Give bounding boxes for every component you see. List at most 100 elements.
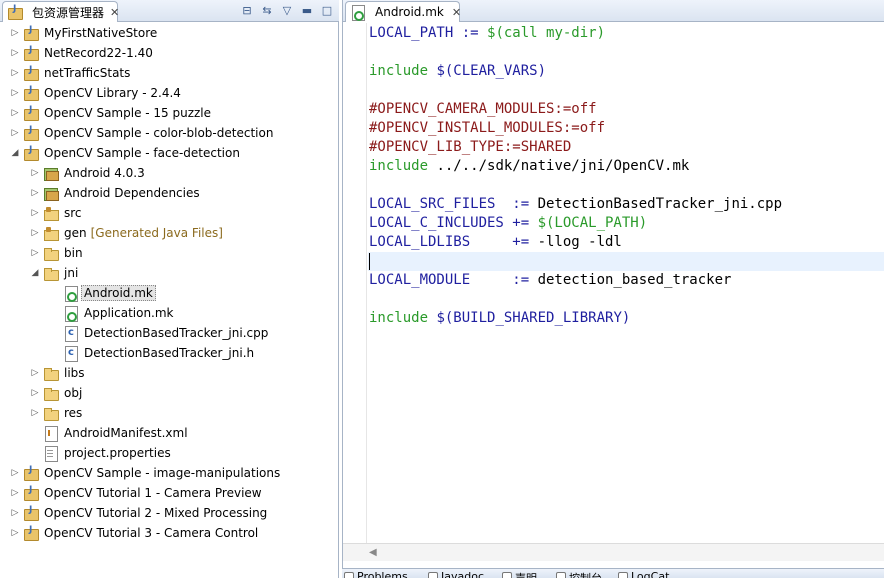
bottom-tab-label: 控制台 [569, 570, 602, 578]
expand-arrow-icon[interactable]: ▷ [10, 468, 20, 478]
code-line[interactable]: include $(CLEAR_VARS) [369, 62, 546, 81]
code-token: $(call my-dir) [487, 25, 606, 41]
view-icon [428, 572, 438, 578]
bottom-tab-label: Problems [357, 570, 408, 578]
library-icon [43, 185, 59, 201]
tree-item[interactable]: ◢ jni [30, 263, 78, 283]
code-line[interactable]: #OPENCV_INSTALL_MODULES:=off [369, 119, 605, 138]
tree-item[interactable]: ▷ OpenCV Sample - 15 puzzle [10, 103, 211, 123]
code-token: LOCAL_SRC_FILES := [369, 196, 538, 212]
collapse-arrow-icon[interactable]: ◢ [10, 148, 20, 158]
tree-item[interactable]: ▷ OpenCV Tutorial 1 - Camera Preview [10, 483, 262, 503]
java-project-icon [23, 505, 39, 521]
tree-item[interactable]: ▷ MyFirstNativeStore [10, 23, 157, 43]
tree-item[interactable]: ▷ netTrafficStats [10, 63, 130, 83]
editor-gutter [343, 23, 367, 543]
tree-item[interactable]: project.properties [30, 443, 171, 463]
expand-arrow-icon[interactable]: ▷ [10, 88, 20, 98]
expand-arrow-icon[interactable]: ▷ [10, 508, 20, 518]
tree-item-label: AndroidManifest.xml [64, 426, 188, 440]
code-line[interactable]: include ../../sdk/native/jni/OpenCV.mk [369, 157, 689, 176]
expand-arrow-icon[interactable]: ▷ [10, 528, 20, 538]
editor-tab-android-mk[interactable]: Android.mk ✕ [345, 1, 461, 22]
code-line[interactable]: #OPENCV_LIB_TYPE:=SHARED [369, 138, 571, 157]
tree-item[interactable]: ▷ Android Dependencies [30, 183, 200, 203]
folder-icon [43, 405, 59, 421]
code-line[interactable]: LOCAL_LDLIBS += -llog -ldl [369, 233, 622, 252]
tree-item[interactable]: ▷ libs [30, 363, 85, 383]
tree-item[interactable]: AndroidManifest.xml [30, 423, 188, 443]
tree-item[interactable]: ▷ bin [30, 243, 83, 263]
bottom-tab[interactable]: 声明 [502, 570, 537, 578]
tree-item[interactable]: DetectionBasedTracker_jni.h [50, 343, 254, 363]
java-project-icon [23, 65, 39, 81]
expand-arrow-icon[interactable]: ▷ [30, 388, 40, 398]
expand-arrow-icon[interactable]: ▷ [10, 68, 20, 78]
expand-arrow-icon[interactable]: ▷ [10, 128, 20, 138]
c-file-icon [63, 345, 79, 362]
expand-arrow-icon[interactable]: ▷ [30, 208, 40, 218]
scroll-left-icon[interactable]: ◀ [369, 547, 377, 558]
expand-arrow-icon[interactable]: ▷ [10, 48, 20, 58]
folder-icon [43, 385, 59, 401]
minimize-icon[interactable]: ▬ [299, 2, 315, 18]
tree-item[interactable]: ▷ NetRecord22-1.40 [10, 43, 153, 63]
link-with-editor-icon[interactable]: ⇆ [259, 2, 275, 18]
tree-item[interactable]: ▷ res [30, 403, 82, 423]
horizontal-scrollbar[interactable]: ◀ [343, 543, 884, 561]
expand-arrow-icon[interactable]: ▷ [30, 188, 40, 198]
tree-item[interactable]: Application.mk [50, 303, 174, 323]
code-line[interactable]: LOCAL_C_INCLUDES += $(LOCAL_PATH) [369, 214, 647, 233]
code-token: #OPENCV_CAMERA_MODULES:=off [369, 101, 597, 117]
code-line[interactable]: LOCAL_PATH := $(call my-dir) [369, 24, 605, 43]
code-token: include [369, 310, 437, 326]
folder-icon [43, 365, 59, 381]
expand-arrow-icon[interactable]: ▷ [30, 168, 40, 178]
tree-item-label: OpenCV Sample - color-blob-detection [44, 126, 274, 140]
bottom-tab[interactable]: LogCat [618, 570, 669, 578]
code-line[interactable]: LOCAL_SRC_FILES := DetectionBasedTracker… [369, 195, 782, 214]
collapse-all-icon[interactable]: ⊟ [239, 2, 255, 18]
tree-item[interactable]: ▷ OpenCV Sample - color-blob-detection [10, 123, 273, 143]
expand-arrow-icon[interactable]: ▷ [30, 228, 40, 238]
maximize-icon[interactable]: □ [319, 2, 335, 18]
close-icon[interactable]: ✕ [110, 6, 119, 19]
view-icon [618, 572, 628, 578]
tree-item[interactable]: ▷ Android 4.0.3 [30, 163, 145, 183]
tree-item[interactable]: ▷ OpenCV Tutorial 2 - Mixed Processing [10, 503, 267, 523]
tree-item[interactable]: ▷ OpenCV Tutorial 3 - Camera Control [10, 523, 258, 543]
expand-arrow-icon[interactable]: ▷ [30, 408, 40, 418]
java-project-icon [23, 105, 39, 121]
tree-item[interactable]: ▷ gen [Generated Java Files] [30, 223, 223, 243]
package-explorer-tab[interactable]: 包资源管理器 ✕ [2, 1, 119, 22]
code-line[interactable]: LOCAL_MODULE := detection_based_tracker [369, 271, 731, 290]
code-token: LOCAL_PATH := [369, 25, 488, 41]
tree-item[interactable]: ▷ src [30, 203, 82, 223]
tree-item[interactable]: ▷ OpenCV Sample - image-manipulations [10, 463, 280, 483]
collapse-arrow-icon[interactable]: ◢ [30, 268, 40, 278]
bottom-tab[interactable]: 控制台 [556, 570, 602, 578]
code-line[interactable]: include $(BUILD_SHARED_LIBRARY) [369, 309, 630, 328]
tree-item[interactable]: ◢ OpenCV Sample - face-detection [10, 143, 240, 163]
tree-item[interactable]: DetectionBasedTracker_jni.cpp [50, 323, 268, 343]
tree-item-label: Android.mk [81, 285, 156, 301]
tree-item-label: jni [64, 266, 79, 280]
bottom-tab[interactable]: Javadoc [428, 570, 484, 578]
expand-arrow-icon[interactable]: ▷ [10, 108, 20, 118]
tree-item-label: OpenCV Tutorial 3 - Camera Control [44, 526, 259, 540]
expand-arrow-icon[interactable]: ▷ [10, 488, 20, 498]
code-line[interactable]: #OPENCV_CAMERA_MODULES:=off [369, 100, 597, 119]
tree-item[interactable]: ▷ OpenCV Library - 2.4.4 [10, 83, 181, 103]
view-menu-icon[interactable]: ▽ [279, 2, 295, 18]
expand-arrow-icon[interactable]: ▷ [10, 28, 20, 38]
close-icon[interactable]: ✕ [452, 6, 461, 19]
tree-item[interactable]: Android.mk [50, 283, 156, 303]
expand-arrow-icon[interactable]: ▷ [30, 368, 40, 378]
code-token: ../../sdk/native/jni/OpenCV.mk [436, 158, 690, 174]
bottom-view-tabs: Problems Javadoc 声明 控制台 LogCat [342, 568, 884, 578]
tree-item[interactable]: ▷ obj [30, 383, 82, 403]
expand-arrow-icon[interactable]: ▷ [30, 248, 40, 258]
bottom-tab[interactable]: Problems [344, 570, 408, 578]
code-editor[interactable]: LOCAL_PATH := $(call my-dir) include $(CL… [343, 23, 884, 543]
